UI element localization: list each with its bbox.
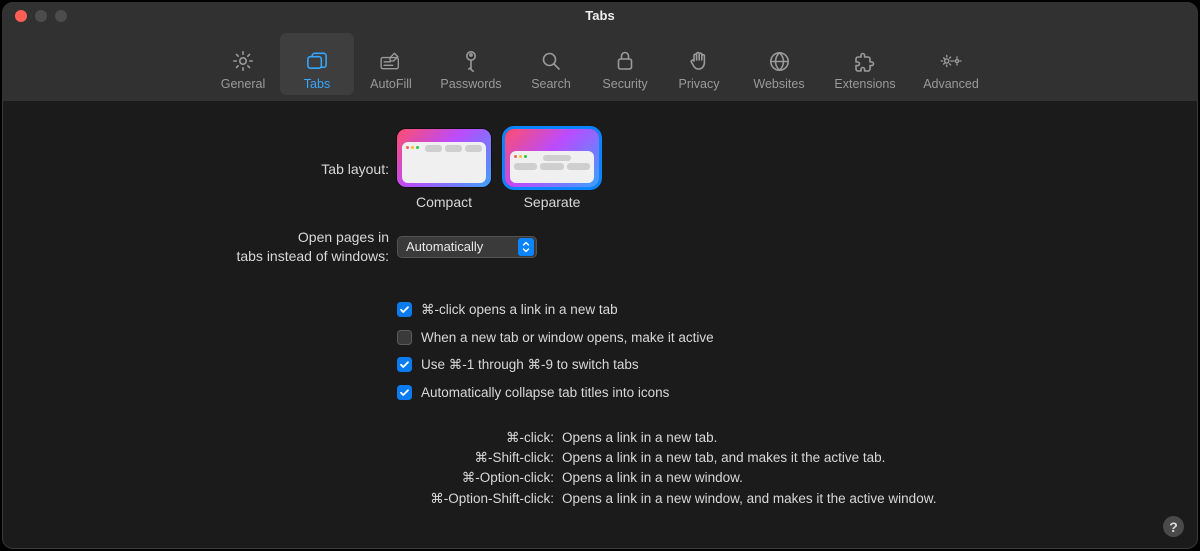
shortcut-desc: Opens a link in a new window, and makes … <box>562 489 936 509</box>
preferences-toolbar: General Tabs AutoFill Passwords Search <box>2 29 1198 101</box>
tabs-icon <box>305 49 329 73</box>
shortcut-desc: Opens a link in a new tab, and makes it … <box>562 448 885 468</box>
toolbar-advanced[interactable]: Advanced <box>908 33 994 95</box>
toolbar-label: Passwords <box>440 77 501 91</box>
shortcut-legend: ⌘-click:Opens a link in a new tab. ⌘-Shi… <box>2 428 1198 509</box>
toolbar-label: Privacy <box>679 77 720 91</box>
globe-icon <box>767 49 791 73</box>
gears-icon <box>939 49 963 73</box>
toolbar-security[interactable]: Security <box>588 33 662 95</box>
checkbox-label: Automatically collapse tab titles into i… <box>421 385 669 400</box>
pencil-card-icon <box>379 49 403 73</box>
lock-icon <box>613 49 637 73</box>
toolbar-label: General <box>221 77 265 91</box>
checkbox-cmd-click[interactable]: ⌘-click opens a link in a new tab <box>397 302 618 318</box>
help-button[interactable]: ? <box>1163 516 1184 537</box>
open-in-tabs-value: Automatically <box>406 239 483 254</box>
shortcut-desc: Opens a link in a new tab. <box>562 428 717 448</box>
checkbox-icon <box>397 302 412 317</box>
toolbar-label: Search <box>531 77 571 91</box>
zoom-window-button[interactable] <box>55 10 67 22</box>
toolbar-autofill[interactable]: AutoFill <box>354 33 428 95</box>
toolbar-label: Security <box>602 77 647 91</box>
toolbar-privacy[interactable]: Privacy <box>662 33 736 95</box>
content: Tab layout: Compact <box>2 101 1198 509</box>
toolbar-extensions[interactable]: Extensions <box>822 33 908 95</box>
checkbox-icon <box>397 385 412 400</box>
toolbar-tabs[interactable]: Tabs <box>280 33 354 95</box>
tab-layout-label: Tab layout: <box>2 160 397 179</box>
checkbox-active-new[interactable]: When a new tab or window opens, make it … <box>397 330 714 345</box>
traffic-lights <box>15 10 67 22</box>
checkbox-icon <box>397 330 412 345</box>
toolbar-label: Websites <box>753 77 804 91</box>
checkbox-label: ⌘-click opens a link in a new tab <box>421 302 618 318</box>
toolbar-general[interactable]: General <box>206 33 280 95</box>
titlebar: Tabs <box>2 2 1198 29</box>
toolbar-label: Extensions <box>834 77 895 91</box>
minimize-window-button[interactable] <box>35 10 47 22</box>
open-in-tabs-popup[interactable]: Automatically <box>397 236 537 258</box>
toolbar-label: AutoFill <box>370 77 412 91</box>
separate-caption: Separate <box>524 194 581 210</box>
question-icon: ? <box>1169 519 1178 535</box>
gear-icon <box>231 49 255 73</box>
checkbox-label: Use ⌘-1 through ⌘-9 to switch tabs <box>421 357 639 373</box>
shortcut-key: ⌘-click: <box>2 428 562 448</box>
compact-preview <box>397 129 491 187</box>
preferences-window: Tabs General Tabs AutoFill Passwords <box>2 2 1198 549</box>
checkbox-cmd-num[interactable]: Use ⌘-1 through ⌘-9 to switch tabs <box>397 357 639 373</box>
puzzle-icon <box>853 49 877 73</box>
close-window-button[interactable] <box>15 10 27 22</box>
checkbox-label: When a new tab or window opens, make it … <box>421 330 714 345</box>
tab-layout-compact[interactable]: Compact <box>397 129 491 210</box>
chevron-up-down-icon <box>518 238 534 256</box>
separate-preview <box>505 129 599 187</box>
hand-icon <box>687 49 711 73</box>
shortcut-key: ⌘-Option-click: <box>2 468 562 488</box>
open-in-tabs-label: Open pages in tabs instead of windows: <box>2 228 397 266</box>
compact-caption: Compact <box>416 194 472 210</box>
shortcut-key: ⌘-Option-Shift-click: <box>2 489 562 509</box>
toolbar-websites[interactable]: Websites <box>736 33 822 95</box>
toolbar-label: Tabs <box>304 77 330 91</box>
checkbox-icon <box>397 357 412 372</box>
toolbar-label: Advanced <box>923 77 979 91</box>
toolbar-passwords[interactable]: Passwords <box>428 33 514 95</box>
checkbox-collapse[interactable]: Automatically collapse tab titles into i… <box>397 385 669 400</box>
shortcut-key: ⌘-Shift-click: <box>2 448 562 468</box>
key-icon <box>459 49 483 73</box>
window-title: Tabs <box>585 8 614 23</box>
magnifier-icon <box>539 49 563 73</box>
tab-layout-separate[interactable]: Separate <box>505 129 599 210</box>
shortcut-desc: Opens a link in a new window. <box>562 468 743 488</box>
toolbar-search[interactable]: Search <box>514 33 588 95</box>
